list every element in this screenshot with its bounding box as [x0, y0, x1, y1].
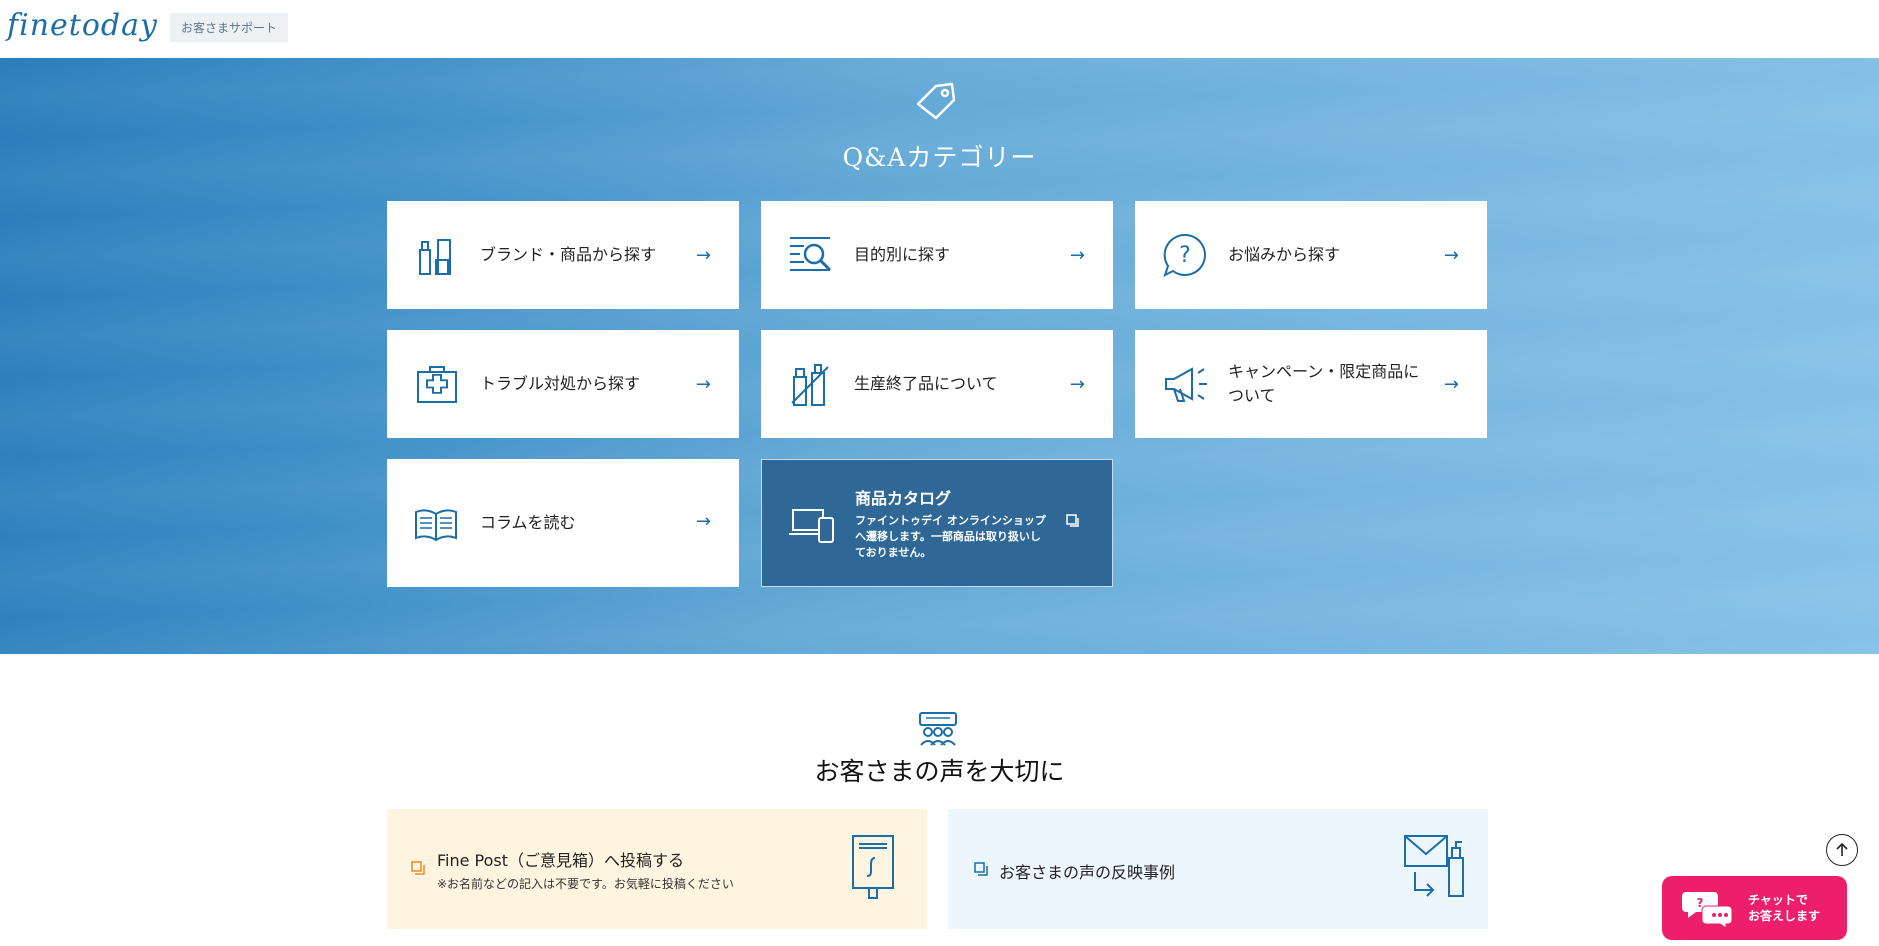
- card-purpose-search[interactable]: 目的別に探す →: [761, 201, 1113, 309]
- voice-reflection-card[interactable]: お客さまの声の反映事例: [948, 809, 1488, 929]
- svg-text:?: ?: [1179, 243, 1191, 268]
- arrow-right-icon: →: [1069, 245, 1085, 266]
- arrow-right-icon: →: [695, 245, 711, 266]
- catalog-title: 商品カタログ: [855, 489, 952, 508]
- arrow-right-icon: →: [1443, 374, 1459, 395]
- card-label: お悩みから探す: [1228, 245, 1341, 264]
- card-label: ブランド・商品から探す: [480, 245, 657, 264]
- support-badge[interactable]: お客さまサポート: [170, 13, 288, 42]
- card-campaign[interactable]: キャンペーン・限定商品について →: [1135, 330, 1487, 438]
- megaphone-icon: [1165, 367, 1207, 402]
- card-label: トラブル対処から探す: [480, 374, 641, 393]
- card-product-catalog[interactable]: 商品カタログ ファイントゥデイ オンラインショップへ遷移します。一部商品は取り扱…: [761, 459, 1113, 587]
- card-label: コラムを読む: [480, 513, 576, 532]
- arrow-right-icon: →: [695, 511, 711, 532]
- site-header: finetoday お客さまサポート: [0, 0, 1879, 58]
- mailbox-icon: [852, 835, 894, 899]
- catalog-text: 商品カタログ ファイントゥデイ オンラインショップへ遷移します。一部商品は取り扱…: [855, 485, 1050, 561]
- finetoday-logo[interactable]: finetoday: [7, 8, 158, 43]
- external-link-icon: [974, 862, 988, 876]
- arrow-up-icon: [1836, 842, 1848, 856]
- card-concerns[interactable]: ? お悩みから探す →: [1135, 201, 1487, 309]
- fine-post-note: ※お名前などの記入は不要です。お気軽に投稿ください: [437, 877, 734, 891]
- search-list-icon: [790, 237, 832, 272]
- qa-category-section: Q&Aカテゴリー ブランド・商品から探す → 目的別に探す → ? お悩みから探…: [0, 58, 1879, 654]
- card-label: 目的別に探す: [854, 245, 951, 264]
- chat-support-button[interactable]: ? チャットで お答えします: [1662, 876, 1847, 940]
- voice-reflection-title: お客さまの声の反映事例: [999, 863, 1176, 882]
- devices-icon: [789, 509, 834, 543]
- fine-post-title: Fine Post（ご意見箱）へ投稿する: [437, 851, 685, 870]
- chat-support-label: チャットで お答えします: [1748, 893, 1821, 923]
- customers-icon: [919, 712, 957, 746]
- arrow-right-icon: →: [1069, 374, 1085, 395]
- arrow-right-icon: →: [1443, 245, 1459, 266]
- chat-bubbles-icon: ?: [1682, 892, 1733, 928]
- voice-section-title: お客さまの声を大切に: [814, 757, 1065, 786]
- card-label: 生産終了品について: [854, 374, 998, 393]
- arrow-right-icon: →: [695, 374, 711, 395]
- question-bubble-icon: ?: [1163, 233, 1206, 277]
- card-discontinued[interactable]: 生産終了品について →: [761, 330, 1113, 438]
- qa-category-title: Q&Aカテゴリー: [842, 143, 1037, 172]
- discontinued-products-icon: [791, 364, 829, 406]
- card-troubleshooting[interactable]: トラブル対処から探す →: [387, 330, 739, 438]
- external-link-icon: [1066, 514, 1079, 527]
- external-link-icon: [411, 861, 425, 875]
- fine-post-card[interactable]: Fine Post（ご意見箱）へ投稿する ※お名前などの記入は不要です。お気軽に…: [387, 809, 927, 929]
- back-to-top-button[interactable]: [1826, 834, 1858, 866]
- card-label: キャンペーン・限定商品について: [1228, 362, 1420, 405]
- first-aid-kit-icon: [417, 366, 457, 403]
- mail-product-icon: [1404, 835, 1464, 897]
- open-book-icon: [415, 509, 457, 542]
- products-icon: [419, 239, 451, 275]
- tag-icon: [916, 82, 956, 120]
- catalog-description: ファイントゥデイ オンラインショップへ遷移します。一部商品は取り扱いしておりませ…: [855, 514, 1046, 559]
- card-column[interactable]: コラムを読む →: [387, 459, 739, 587]
- card-brand-products[interactable]: ブランド・商品から探す →: [387, 201, 739, 309]
